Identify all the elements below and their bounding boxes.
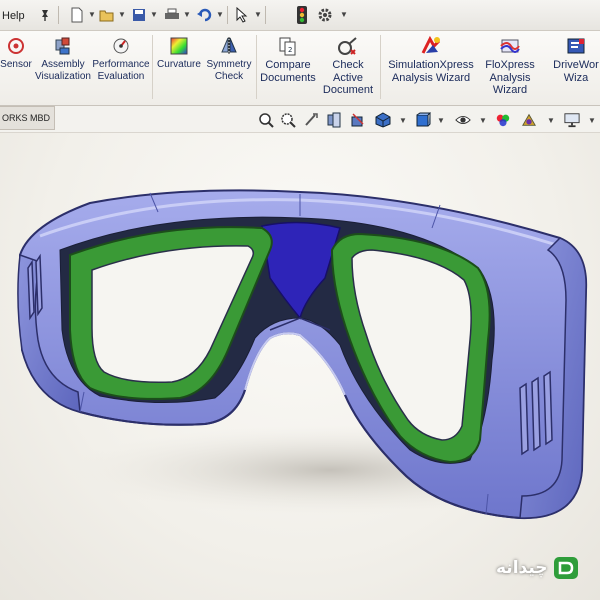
assembly-visualization-label: Assembly Visualization [35,59,91,82]
help-menu[interactable]: Help [2,10,25,22]
view-orientation-icon[interactable] [375,112,391,128]
watermark-text: چیدانه [496,558,548,578]
watermark-badge-icon [553,557,578,579]
save-dropdown-icon[interactable]: ▼ [150,10,158,19]
options-dropdown-icon[interactable]: ▼ [340,10,348,19]
curvature-button[interactable]: Curvature [156,33,202,71]
rebuild-traffic-light-icon[interactable] [293,6,311,24]
driveworks-icon [566,33,586,59]
new-document-icon[interactable] [68,6,86,24]
new-dropdown-icon[interactable]: ▼ [88,10,96,19]
zoom-to-fit-icon[interactable] [258,112,274,128]
undo-dropdown-icon[interactable]: ▼ [216,10,224,19]
display-style-dropdown-icon[interactable]: ▼ [433,112,449,128]
view-orientation-dropdown-icon[interactable]: ▼ [395,112,411,128]
open-folder-icon[interactable] [98,6,116,24]
right-vent-slots [519,370,553,456]
print-icon[interactable] [163,6,181,24]
edit-appearance-icon[interactable] [495,112,511,128]
apply-scene-dropdown-icon[interactable]: ▼ [543,112,559,128]
check-active-document-icon [337,33,359,59]
display-style-icon[interactable] [415,112,431,128]
select-dropdown-icon[interactable]: ▼ [254,10,262,19]
section-view-icon[interactable] [326,112,342,128]
performance-evaluation-label: Performance Evaluation [92,59,150,82]
floxpress-button[interactable]: FloXpress Analysis Wizard [480,33,540,97]
curvature-label: Curvature [157,59,201,70]
watermark-logo: چیدانه [496,556,579,580]
open-dropdown-icon[interactable]: ▼ [118,10,126,19]
check-active-document-button[interactable]: Check Active Document [320,33,376,97]
simulationxpress-label: SimulationXpress Analysis Wizard [388,59,474,84]
view-settings-dropdown-icon[interactable]: ▼ [584,112,600,128]
hide-show-items-icon[interactable] [455,112,471,128]
performance-evaluation-icon [112,33,130,59]
command-manager-ribbon: Sensor Assembly Visualization Performanc… [0,31,600,106]
symmetry-check-label: Symmetry Check [206,59,252,82]
sensor-button[interactable]: Sensor [0,33,32,71]
symmetry-check-icon [219,33,239,59]
floxpress-label: FloXpress Analysis Wizard [485,59,535,96]
compare-documents-button[interactable]: 2 Compare Documents [260,33,316,84]
floxpress-icon [499,33,521,59]
quick-access-toolbar: Help ▼ ▼ ▼ ▼ ▼ ▼ ▼ [0,0,600,31]
driveworksxpress-button[interactable]: DriveWor Wiza [546,33,600,84]
curvature-icon [169,33,189,59]
tab-mbd[interactable]: ORKS MBD [0,106,55,130]
compare-documents-label: Compare Documents [260,59,316,84]
symmetry-check-button[interactable]: Symmetry Check [204,33,254,83]
check-active-document-label: Check Active Document [322,59,374,96]
svg-text:2: 2 [288,46,292,54]
sensor-label: Sensor [0,59,32,70]
driveworks-label: DriveWor Wiza [553,59,599,84]
print-dropdown-icon[interactable]: ▼ [183,10,191,19]
view-settings-monitor-icon[interactable] [564,112,580,128]
apply-scene-icon[interactable] [521,112,537,128]
select-cursor-icon[interactable] [233,6,251,24]
graphics-area[interactable]: چیدانه [0,133,600,600]
performance-evaluation-button[interactable]: Performance Evaluation [92,33,150,83]
pin-icon[interactable] [36,6,54,24]
dynamic-annotation-icon[interactable] [349,112,365,128]
save-icon[interactable] [130,6,148,24]
hide-show-dropdown-icon[interactable]: ▼ [475,112,491,128]
options-gear-icon[interactable] [316,6,334,24]
assembly-visualization-icon [54,33,72,59]
previous-view-icon[interactable] [303,112,319,128]
sensor-icon [7,33,25,59]
goggles-3d-model[interactable] [0,133,600,600]
compare-documents-icon: 2 [278,33,298,59]
undo-icon[interactable] [196,6,214,24]
simulationxpress-icon [420,33,442,59]
zoom-to-area-icon[interactable] [280,112,296,128]
assembly-visualization-button[interactable]: Assembly Visualization [35,33,91,83]
simulationxpress-button[interactable]: SimulationXpress Analysis Wizard [384,33,478,84]
